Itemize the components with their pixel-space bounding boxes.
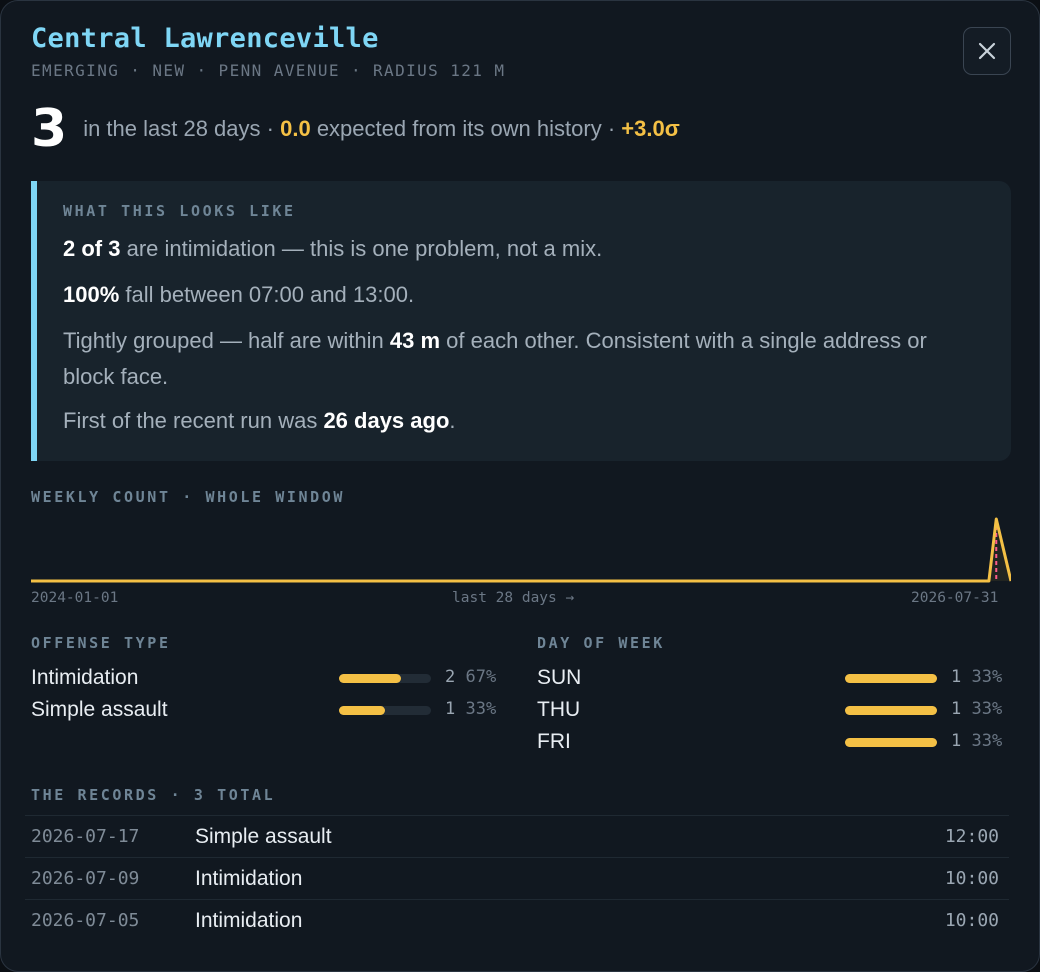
insight-line: Tightly grouped — half are within 43 m o…	[63, 323, 983, 395]
breakdown-percent: 33%	[971, 667, 1003, 687]
records-label: THE RECORDS · 3 TOTAL	[31, 786, 276, 804]
breakdown-row: THU 1 33%	[537, 696, 1011, 724]
breakdown-bar-fill	[845, 706, 937, 715]
insight-line: First of the recent run was 26 days ago.	[63, 403, 983, 439]
breakdown-count: 1 33%	[445, 699, 496, 719]
summary-headline: 3 in the last 28 days · 0.0 expected fro…	[31, 99, 680, 159]
breakdown-count-value: 1	[445, 699, 456, 719]
breakdown-bar	[845, 674, 937, 683]
breakdown-row: SUN 1 33%	[537, 664, 1011, 692]
offense-type-label: OFFENSE TYPE	[31, 634, 171, 652]
breakdown-bar-fill	[845, 674, 937, 683]
insight-text: First of the recent run was	[63, 408, 324, 433]
summary-sigma: +3.0σ	[621, 116, 680, 141]
insight-text: Tightly grouped — half are within	[63, 328, 390, 353]
record-type: Simple assault	[195, 825, 332, 848]
page-title: Central Lawrenceville	[31, 23, 379, 54]
breakdown-count-value: 2	[445, 667, 456, 687]
insight-strong: 100%	[63, 282, 120, 307]
breakdown-percent: 33%	[971, 731, 1003, 751]
weekly-count-area	[31, 519, 1011, 581]
breakdown-name: SUN	[537, 666, 582, 689]
table-row[interactable]: 2026-07-05 Intimidation 10:00	[25, 899, 1009, 941]
breakdown-name: FRI	[537, 730, 571, 753]
breakdown-count: 1 33%	[951, 731, 1002, 751]
breakdown-bar	[845, 738, 937, 747]
insight-text: are intimidation — this is one problem, …	[120, 236, 603, 261]
breakdown-count-value: 1	[951, 667, 962, 687]
insight-line: 100% fall between 07:00 and 13:00.	[63, 277, 983, 313]
record-date: 2026-07-09	[31, 868, 140, 889]
page-subtitle: EMERGING · NEW · PENN AVENUE · RADIUS 12…	[31, 61, 506, 80]
breakdown-row: Simple assault 1 33%	[31, 696, 505, 724]
record-date: 2026-07-17	[31, 826, 140, 847]
insight-label: WHAT THIS LOOKS LIKE	[63, 202, 296, 220]
breakdown-percent: 67%	[465, 667, 497, 687]
record-time: 12:00	[944, 826, 999, 847]
detail-panel: Central Lawrenceville EMERGING · NEW · P…	[0, 0, 1040, 972]
breakdown-bar	[845, 706, 937, 715]
record-type: Intimidation	[195, 909, 303, 932]
breakdown-bar	[339, 706, 431, 715]
table-row[interactable]: 2026-07-17 Simple assault 12:00	[25, 815, 1009, 857]
summary-expected: 0.0	[280, 116, 311, 141]
breakdown-name: Intimidation	[31, 666, 139, 689]
summary-text: in the last 28 days · 0.0 expected from …	[83, 116, 680, 142]
breakdown-count: 1 33%	[951, 667, 1002, 687]
breakdown-percent: 33%	[971, 699, 1003, 719]
insight-strong: 2 of 3	[63, 236, 121, 261]
breakdown-count-value: 1	[951, 731, 962, 751]
table-row[interactable]: 2026-07-09 Intimidation 10:00	[25, 857, 1009, 899]
close-icon	[978, 42, 996, 60]
weekly-count-chart	[31, 517, 1011, 583]
record-time: 10:00	[944, 910, 999, 931]
record-type: Intimidation	[195, 867, 303, 890]
record-time: 10:00	[944, 868, 999, 889]
axis-mid-label: last 28 days →	[452, 590, 575, 606]
insight-line: 2 of 3 are intimidation — this is one pr…	[63, 231, 983, 267]
breakdown-bar-fill	[339, 706, 385, 715]
day-of-week-label: DAY OF WEEK	[537, 634, 665, 652]
summary-expected-text: expected from its own history ·	[316, 116, 616, 141]
weekly-count-label: WEEKLY COUNT · WHOLE WINDOW	[31, 488, 346, 506]
axis-end-label: 2026-07-31	[911, 590, 999, 606]
breakdown-percent: 33%	[465, 699, 497, 719]
breakdown-count-value: 1	[951, 699, 962, 719]
breakdown-bar-fill	[339, 674, 401, 683]
close-button[interactable]	[963, 27, 1011, 75]
weekly-count-line	[31, 517, 1011, 583]
summary-count-text: in the last 28 days ·	[83, 116, 274, 141]
breakdown-count: 2 67%	[445, 667, 496, 687]
breakdown-row: FRI 1 33%	[537, 728, 1011, 756]
breakdown-bar-fill	[845, 738, 937, 747]
breakdown-count: 1 33%	[951, 699, 1002, 719]
insight-strong: 43 m	[389, 328, 441, 353]
breakdown-bar	[339, 674, 431, 683]
record-date: 2026-07-05	[31, 910, 140, 931]
insight-text: .	[449, 408, 456, 433]
insight-box: WHAT THIS LOOKS LIKE 2 of 3 are intimida…	[31, 181, 1011, 461]
insight-strong: 26 days ago	[323, 408, 450, 433]
summary-count: 3	[31, 99, 68, 159]
insight-text: fall between 07:00 and 13:00.	[119, 282, 415, 307]
axis-start-label: 2024-01-01	[31, 590, 119, 606]
breakdown-name: Simple assault	[31, 698, 168, 721]
breakdown-row: Intimidation 2 67%	[31, 664, 505, 692]
breakdown-name: THU	[537, 698, 581, 721]
